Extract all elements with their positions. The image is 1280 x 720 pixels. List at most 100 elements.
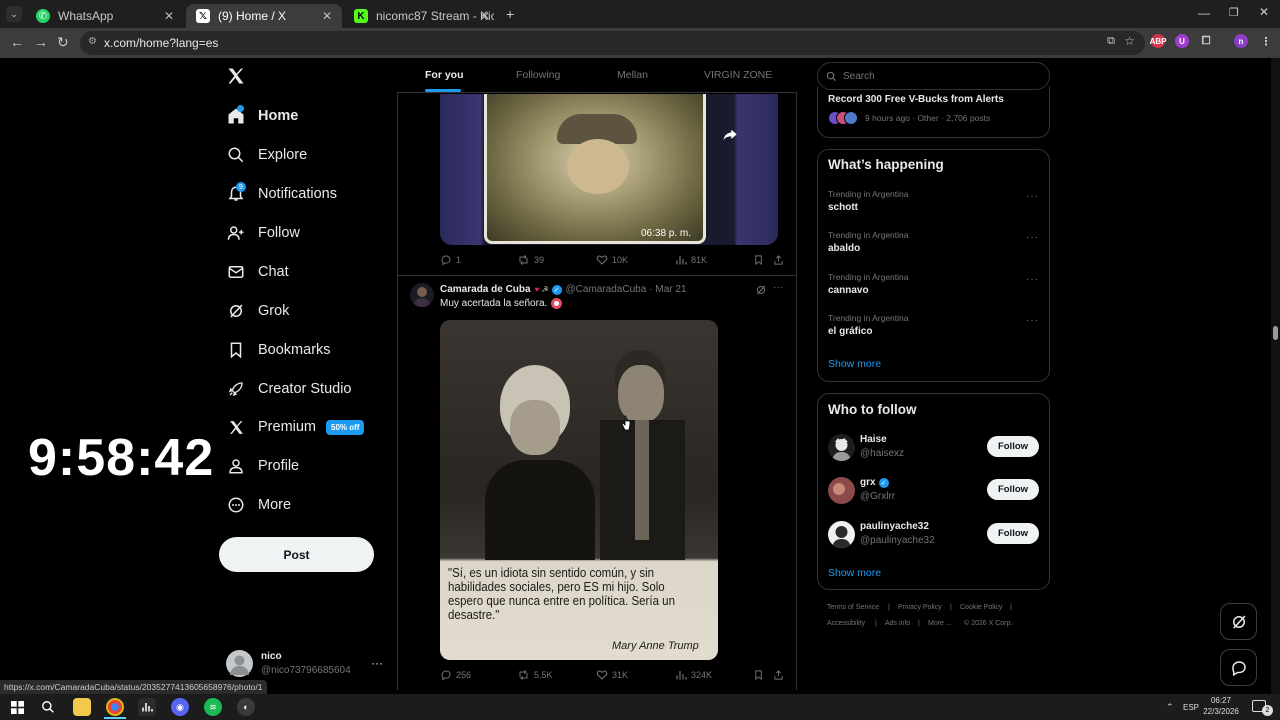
install-icon[interactable]: ⧉ [1107, 35, 1115, 48]
avatar[interactable] [828, 477, 855, 504]
repost-button[interactable]: 5.5K [517, 669, 553, 681]
audio-app-icon[interactable] [138, 698, 156, 716]
windows-start-icon[interactable] [8, 698, 26, 716]
file-explorer-icon[interactable] [73, 698, 91, 716]
avatar[interactable] [828, 521, 855, 548]
tab-following[interactable]: Following [516, 69, 560, 81]
views-button[interactable]: 324K [675, 669, 712, 681]
chrome-icon[interactable] [106, 698, 124, 716]
search-icon[interactable] [39, 698, 57, 716]
tray-chevron-icon[interactable]: ⌃ [1166, 702, 1174, 713]
video-player[interactable]: 06:38 p. m. [440, 94, 778, 245]
sidebar-item-more[interactable]: More [226, 490, 291, 520]
trend-item[interactable]: abaldo [828, 243, 860, 254]
follow-button[interactable]: Follow [987, 479, 1039, 500]
grok-float-button[interactable] [1220, 603, 1257, 640]
follow-button[interactable]: Follow [987, 436, 1039, 457]
bookmark-button[interactable] [753, 254, 768, 266]
trend-menu-icon[interactable]: ··· [1026, 274, 1039, 285]
sidebar-item-creator-studio[interactable]: Creator Studio [226, 374, 352, 404]
page-scrollbar[interactable] [1271, 58, 1280, 694]
tab-for-you[interactable]: For you [425, 69, 464, 81]
tab-x-home[interactable]: 𝕏 (9) Home / X ✕ [186, 4, 342, 28]
scrollbar-thumb[interactable] [1273, 326, 1278, 340]
post-image[interactable]: "Sí, es un idiota sin sentido común, y s… [440, 320, 718, 660]
like-button[interactable]: 10K [596, 254, 628, 266]
sidebar-item-follow[interactable]: Follow [226, 218, 300, 248]
repost-button[interactable]: 39 [517, 254, 544, 266]
adblock-icon[interactable]: ABP [1150, 34, 1166, 48]
sidebar-item-profile[interactable]: Profile [226, 451, 299, 481]
trend-menu-icon[interactable]: ··· [1026, 191, 1039, 202]
show-more-trends-link[interactable]: Show more [828, 358, 881, 370]
sidebar-item-bookmarks[interactable]: Bookmarks [226, 335, 331, 365]
trend-item[interactable]: schott [828, 202, 858, 213]
taskbar-date[interactable]: 22/3/2026 [1201, 707, 1241, 716]
sidebar-item-explore[interactable]: Explore [226, 140, 307, 170]
reply-button[interactable]: 256 [440, 669, 471, 681]
post-button[interactable]: Post [219, 537, 374, 572]
trend-menu-icon[interactable]: ··· [1026, 232, 1039, 243]
restore-button[interactable]: ❐ [1229, 6, 1239, 19]
reply-button[interactable]: 1 [440, 254, 461, 266]
back-icon[interactable]: ← [10, 34, 24, 50]
share-button[interactable] [773, 254, 788, 266]
tab-virgin-zone[interactable]: VIRGIN ZONE [704, 69, 772, 81]
grok-icon[interactable] [755, 283, 767, 301]
avatar[interactable] [828, 434, 855, 461]
sidebar-item-premium[interactable]: Premium 50% off [226, 412, 365, 442]
footer-link-privacy[interactable]: Privacy Policy [898, 604, 942, 611]
minimize-button[interactable]: — [1198, 6, 1210, 20]
show-more-follow-link[interactable]: Show more [828, 567, 881, 579]
reload-icon[interactable]: ↻ [57, 34, 69, 51]
puzzle-icon[interactable]: ⧠ [1199, 34, 1213, 48]
like-button[interactable]: 31K [596, 669, 628, 681]
suggestion-name[interactable]: paulinyache32 [860, 521, 929, 532]
share-arrow-icon[interactable] [722, 128, 738, 147]
post-date[interactable]: · Mar 21 [649, 284, 686, 295]
avatar[interactable] [410, 283, 434, 307]
chat-float-button[interactable] [1220, 649, 1257, 686]
footer-link-terms[interactable]: Terms of Service [827, 604, 879, 611]
author-name[interactable]: Camarada de Cuba [440, 284, 531, 295]
extension-icon[interactable]: U [1175, 34, 1189, 48]
x-logo-icon[interactable] [226, 66, 248, 88]
taskbar-time[interactable]: 06:27 [1206, 696, 1236, 705]
close-icon[interactable]: ✕ [480, 9, 490, 23]
tab-mellan[interactable]: Mellan [617, 69, 648, 81]
tab-kick[interactable]: K nicomc87 Stream - Kick Dashbo ✕ [344, 4, 500, 28]
new-tab-button[interactable]: + [506, 6, 514, 22]
discord-icon[interactable]: ◉ [171, 698, 189, 716]
forward-icon[interactable]: → [34, 34, 48, 50]
obs-icon[interactable]: ◐ [237, 698, 255, 716]
footer-link-cookies[interactable]: Cookie Policy [960, 604, 1002, 611]
menu-dots-icon[interactable]: ⋮ [1259, 34, 1273, 48]
tab-whatsapp[interactable]: ✆ WhatsApp ✕ [26, 4, 184, 28]
views-button[interactable]: 81K [675, 254, 707, 266]
footer-link-more[interactable]: More ... [928, 620, 952, 627]
account-menu-icon[interactable]: ··· [371, 656, 383, 670]
trend-item[interactable]: el gráfico [828, 326, 872, 337]
avatar[interactable]: n [1234, 34, 1248, 48]
url-field[interactable]: ⚙ x.com/home?lang=es ⧉ ☆ [80, 31, 1145, 55]
trend-menu-icon[interactable]: ··· [1026, 315, 1039, 326]
trend-item[interactable]: cannavo [828, 285, 869, 296]
footer-link-ads[interactable]: Ads info [885, 620, 910, 627]
sidebar-item-grok[interactable]: Grok [226, 296, 289, 326]
language-indicator[interactable]: ESP [1183, 703, 1199, 712]
tab-search-button[interactable]: ⌄ [6, 6, 22, 22]
close-icon[interactable]: ✕ [164, 9, 174, 23]
promo-title[interactable]: Record 300 Free V-Bucks from Alerts [828, 94, 1004, 105]
close-icon[interactable]: ✕ [322, 9, 332, 23]
footer-link-accessibility[interactable]: Accessibility [827, 620, 865, 627]
bookmark-button[interactable] [753, 669, 768, 681]
suggestion-name-row[interactable]: grx ✓ [860, 477, 889, 488]
window-close-button[interactable]: ✕ [1259, 5, 1269, 19]
author-handle[interactable]: @CamaradaCuba [566, 284, 647, 295]
spotify-icon[interactable]: ≋ [204, 698, 222, 716]
site-info-icon[interactable]: ⚙ [88, 36, 97, 47]
avatar[interactable] [226, 650, 253, 677]
suggestion-name[interactable]: Haise [860, 434, 887, 445]
follow-button[interactable]: Follow [987, 523, 1039, 544]
bookmark-star-icon[interactable]: ☆ [1124, 34, 1135, 48]
